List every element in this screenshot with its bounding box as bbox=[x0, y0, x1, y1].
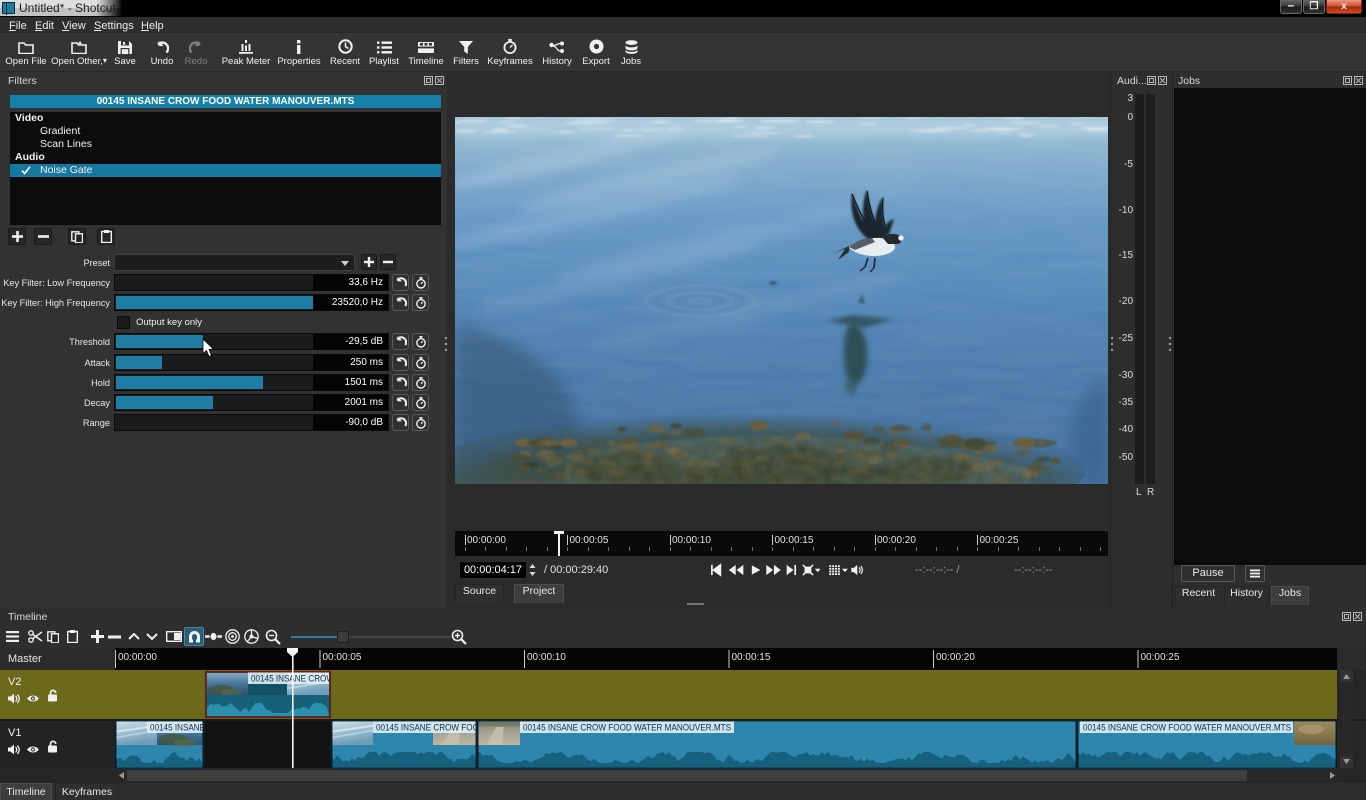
svg-text:Master: Master bbox=[8, 653, 42, 665]
svg-text:00:00:25: 00:00:25 bbox=[1141, 652, 1180, 663]
svg-text:V1: V1 bbox=[8, 727, 21, 739]
svg-text:00:00:05: 00:00:05 bbox=[323, 652, 362, 663]
svg-text:V2: V2 bbox=[8, 676, 21, 688]
svg-text:00:00:10: 00:00:10 bbox=[527, 652, 566, 663]
svg-text:00:00:20: 00:00:20 bbox=[936, 652, 975, 663]
svg-text:00145 INSANE CROW FOOD WATER M: 00145 INSANE CROW FOOD WATER MANOUVER.MT… bbox=[523, 723, 731, 734]
svg-text:00:00:00: 00:00:00 bbox=[118, 652, 157, 663]
svg-text:00:00:15: 00:00:15 bbox=[732, 652, 771, 663]
svg-text:00145 INSANE CROW FOOD WATER M: 00145 INSANE CROW FOOD WATER MANOUVER.MT… bbox=[1083, 723, 1291, 734]
